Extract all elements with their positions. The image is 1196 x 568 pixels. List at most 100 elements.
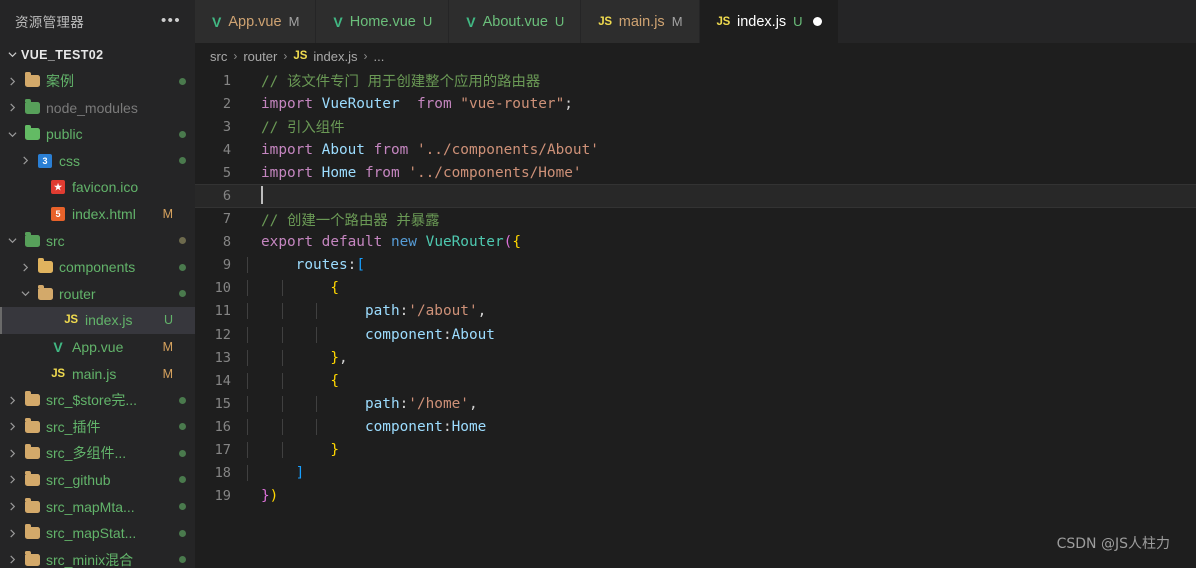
- vue-icon: V: [466, 13, 476, 30]
- line-source: // 该文件专门 用于创建整个应用的路由器: [247, 70, 540, 91]
- tree-folder-[interactable]: 案例: [0, 68, 195, 95]
- tree-file-mainjs[interactable]: JS main.js M: [0, 360, 195, 387]
- unsaved-dot-icon[interactable]: [812, 17, 822, 26]
- indent-guide: [316, 303, 318, 320]
- breadcrumb-item-file[interactable]: index.js: [313, 49, 357, 64]
- chevron-down-icon: [4, 236, 21, 245]
- code-line: 1 // 该文件专门 用于创建整个应用的路由器: [195, 69, 1196, 92]
- editor-tab-appvue[interactable]: V App.vue M: [195, 0, 317, 43]
- editor-tab-indexjs[interactable]: JS index.js U: [699, 0, 839, 43]
- vue-icon: V: [333, 13, 343, 30]
- line-number: 1: [222, 72, 231, 89]
- tree-folder-router[interactable]: router: [0, 280, 195, 307]
- more-actions-icon[interactable]: •••: [161, 13, 181, 28]
- tree-folder-srcminix[interactable]: src_minix混合: [0, 546, 195, 568]
- chevron-down-icon: [17, 289, 34, 298]
- tree-folder-css[interactable]: 3 css: [0, 148, 195, 175]
- code-token: [: [356, 257, 365, 274]
- chevron-right-icon: ›: [363, 49, 368, 63]
- tree-folder-src[interactable]: src: [0, 227, 195, 254]
- line-source: {: [247, 280, 339, 297]
- code-token: :: [399, 303, 409, 320]
- tree-file-indexjs[interactable]: JS index.js U: [0, 307, 195, 334]
- code-line: 7 // 创建一个路由器 并暴露: [195, 208, 1196, 231]
- tree-folder-srcmapmta[interactable]: src_mapMta...: [0, 493, 195, 520]
- tree-folder-srcgithub[interactable]: src_github: [0, 467, 195, 494]
- chevron-right-icon: [4, 422, 21, 431]
- folder-src-icon: [21, 231, 43, 247]
- tree-item-label: src_插件: [46, 418, 101, 435]
- code-token: new: [390, 234, 417, 251]
- code-line: 3 // 引入组件: [195, 115, 1196, 138]
- breadcrumb-item-router[interactable]: router: [243, 49, 277, 64]
- line-source: routes:[: [247, 257, 365, 274]
- tree-file-indexhtml[interactable]: 5 index.html M: [0, 201, 195, 228]
- breadcrumb-item-symbols[interactable]: ...: [373, 49, 384, 64]
- indent-guide: [247, 372, 248, 389]
- tab-bar-filler: [838, 0, 1196, 43]
- workspace-root-row[interactable]: VUE_TEST02: [0, 42, 195, 68]
- line-source: },: [247, 349, 348, 366]
- line-number: 15: [214, 395, 231, 412]
- code-token: :: [347, 257, 357, 274]
- code-editor[interactable]: 1 // 该文件专门 用于创建整个应用的路由器 2 import VueRouter …: [195, 69, 1196, 568]
- indent-guide: [247, 395, 248, 412]
- breadcrumb-item-src[interactable]: src: [210, 49, 227, 64]
- tree-item-label: favicon.ico: [72, 179, 139, 196]
- tree-folder-srcstore[interactable]: src_$store完...: [0, 387, 195, 414]
- code-token: About: [451, 326, 495, 343]
- status-dot-empty: [179, 370, 186, 377]
- code-token: '../components/Home': [408, 164, 582, 181]
- folder-tan-icon: [21, 72, 43, 88]
- tree-folder-nodemodules[interactable]: node_modules: [0, 94, 195, 121]
- explorer-title: 资源管理器: [15, 15, 84, 30]
- tree-item-label: App.vue: [72, 338, 124, 355]
- editor-tab-homevue[interactable]: V Home.vue U: [316, 0, 450, 43]
- tree-folder-components[interactable]: components: [0, 254, 195, 281]
- line-source: // 创建一个路由器 并暴露: [247, 209, 440, 230]
- folder-tan-icon: [21, 470, 43, 486]
- indent-guide: [247, 442, 248, 459]
- code-line: 13 },: [195, 346, 1196, 369]
- tab-git-badge: U: [554, 14, 565, 29]
- code-token: Home: [321, 164, 357, 181]
- tree-folder-srcmapstat[interactable]: src_mapStat...: [0, 520, 195, 547]
- tree-item-label: router: [59, 285, 96, 302]
- tree-folder-src[interactable]: src_多组件...: [0, 440, 195, 467]
- tree-item-label: index.html: [72, 206, 136, 222]
- tab-git-badge: M: [288, 14, 300, 29]
- tree-item-label: src_mapStat...: [46, 525, 137, 542]
- line-number: 10: [214, 280, 231, 297]
- code-line: 5 import Home from '../components/Home': [195, 161, 1196, 184]
- code-token: '/about': [408, 303, 478, 320]
- tree-file-faviconico[interactable]: ★ favicon.ico: [0, 174, 195, 201]
- code-line: 8 export default new VueRouter({: [195, 231, 1196, 254]
- editor-tab-aboutvue[interactable]: V About.vue U: [449, 0, 582, 43]
- indent-guide: [281, 349, 283, 366]
- tree-folder-public[interactable]: public: [0, 121, 195, 148]
- tab-label: main.js: [618, 13, 665, 30]
- tree-item-label: src: [46, 232, 65, 249]
- js-icon: JS: [64, 314, 78, 327]
- line-source: path:'/about',: [247, 303, 486, 320]
- line-source: import Home from '../components/Home': [247, 165, 582, 181]
- status-dot-empty: [179, 211, 186, 218]
- tree-file-appvue[interactable]: V App.vue M: [0, 334, 195, 361]
- line-number: 12: [214, 326, 231, 343]
- editor-tab-mainjs[interactable]: JS main.js M: [581, 0, 700, 43]
- tab-git-badge: M: [671, 14, 683, 29]
- chevron-right-icon: [4, 77, 21, 86]
- code-token: ): [269, 488, 279, 505]
- status-dot: [179, 263, 186, 271]
- tree-folder-src[interactable]: src_插件: [0, 413, 195, 440]
- indent-guide: [281, 326, 283, 343]
